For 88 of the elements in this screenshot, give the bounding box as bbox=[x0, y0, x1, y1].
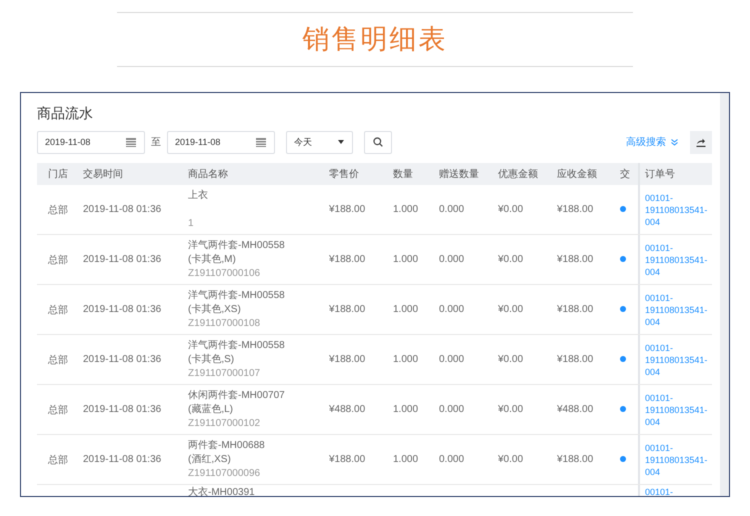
status-dot-icon bbox=[620, 206, 626, 212]
date-field[interactable]: 2019-11-08 bbox=[167, 130, 275, 154]
table-cell-text: 总部 bbox=[48, 304, 69, 316]
table-cell-text: 0.000 bbox=[439, 404, 466, 415]
table-cell-text: ¥188.00 bbox=[557, 304, 594, 315]
period-dropdown[interactable]: 今天 bbox=[286, 130, 353, 154]
order-number-link[interactable]: 00101-191108013541-004 bbox=[645, 392, 709, 428]
range-separator: 至 bbox=[150, 136, 162, 149]
search-icon bbox=[373, 137, 383, 147]
product-cell-text: 洋气两件套-MH00558 (卡其色,M) Z191107000106 bbox=[188, 238, 286, 280]
table-cell-text: ¥188.00 bbox=[557, 254, 594, 265]
order-number-link[interactable]: 00101-191108013541-004 bbox=[645, 192, 709, 228]
search-button[interactable] bbox=[364, 130, 392, 154]
status-dot-icon bbox=[620, 406, 626, 412]
table-cell-text: 总部 bbox=[48, 354, 69, 366]
status-dot-icon bbox=[620, 356, 626, 362]
panel-title: 商品流水 bbox=[37, 105, 94, 123]
column-header: 赠送数量 bbox=[439, 168, 480, 181]
table-cell-text: ¥0.00 bbox=[498, 404, 524, 415]
table-cell-text: ¥188.00 bbox=[329, 354, 366, 365]
table-cell-text: ¥0.00 bbox=[498, 454, 524, 465]
table-cell-text: 1.000 bbox=[393, 204, 420, 215]
order-number-link[interactable]: 00101- bbox=[645, 486, 709, 496]
table-cell-text: ¥188.00 bbox=[329, 254, 366, 265]
table-cell-text: 1.000 bbox=[393, 354, 420, 365]
column-header: 门店 bbox=[48, 168, 69, 181]
table-cell-text: 2019-11-08 01:36 bbox=[83, 204, 162, 215]
status-dot-icon bbox=[620, 306, 626, 312]
table-cell-text: 1.000 bbox=[393, 454, 420, 465]
table-cell-text: 0.000 bbox=[439, 204, 466, 215]
column-header: 优惠金额 bbox=[498, 168, 539, 181]
table-cell-text: 0.000 bbox=[439, 254, 466, 265]
table-cell-text: ¥0.00 bbox=[498, 204, 524, 215]
table-cell-text: 总部 bbox=[48, 254, 69, 266]
column-header: 交易时间 bbox=[83, 168, 124, 181]
table-cell-text: 2019-11-08 01:36 bbox=[83, 454, 162, 465]
product-cell-text: 上衣 1 bbox=[188, 188, 209, 230]
order-number-link[interactable]: 00101-191108013541-004 bbox=[645, 442, 709, 478]
table-cell-text: ¥0.00 bbox=[498, 354, 524, 365]
column-header: 交 bbox=[620, 168, 631, 181]
export-icon bbox=[696, 138, 706, 146]
order-number-link[interactable]: 00101-191108013541-004 bbox=[645, 242, 709, 278]
table-cell-text: 1.000 bbox=[393, 254, 420, 265]
table-cell-text: 总部 bbox=[48, 404, 69, 416]
product-cell-text: 洋气两件套-MH00558 (卡其色,S) Z191107000107 bbox=[188, 338, 286, 380]
table-cell-text: 0.000 bbox=[439, 454, 466, 465]
table-cell-text: 0.000 bbox=[439, 354, 466, 365]
table-cell-text: ¥488.00 bbox=[329, 404, 366, 415]
table-cell-text: 总部 bbox=[48, 204, 69, 216]
table-cell-text: 2019-11-08 01:36 bbox=[83, 404, 162, 415]
column-header: 应收金额 bbox=[557, 168, 598, 181]
status-dot-icon bbox=[620, 256, 626, 262]
table-cell-text: 1.000 bbox=[393, 404, 420, 415]
order-number-link[interactable]: 00101-191108013541-004 bbox=[645, 292, 709, 328]
table-cell-text: 总部 bbox=[48, 454, 69, 466]
calendar-icon bbox=[256, 138, 266, 146]
table-cell-text: ¥188.00 bbox=[557, 454, 594, 465]
column-header: 数量 bbox=[393, 168, 414, 181]
table-cell-text: 2019-11-08 01:36 bbox=[83, 354, 162, 365]
column-header: 商品名称 bbox=[188, 168, 229, 181]
table-cell-text: ¥188.00 bbox=[557, 354, 594, 365]
table-cell-text: 1.000 bbox=[393, 304, 420, 315]
double-chevron-icon bbox=[671, 138, 678, 146]
scrollbar[interactable] bbox=[720, 93, 729, 496]
table-cell-text: ¥188.00 bbox=[329, 204, 366, 215]
status-dot-icon bbox=[620, 456, 626, 462]
dropdown-caret-icon bbox=[338, 140, 344, 144]
column-header: 零售价 bbox=[329, 168, 360, 181]
export-button[interactable] bbox=[690, 130, 712, 154]
table-cell-text: 0.000 bbox=[439, 304, 466, 315]
table-cell-text: ¥0.00 bbox=[498, 254, 524, 265]
table-cell-text: ¥188.00 bbox=[557, 204, 594, 215]
table-cell-text: ¥488.00 bbox=[557, 404, 594, 415]
advanced-search-link[interactable]: 高级搜索 bbox=[626, 135, 678, 149]
order-number-link[interactable]: 00101-191108013541-004 bbox=[645, 342, 709, 378]
product-cell-text: 洋气两件套-MH00558 (卡其色,XS) Z191107000108 bbox=[188, 288, 286, 330]
table-cell-text: 2019-11-08 01:36 bbox=[83, 254, 162, 265]
table-cell-text: ¥0.00 bbox=[498, 304, 524, 315]
table-cell-text: ¥188.00 bbox=[329, 454, 366, 465]
column-header: 订单号 bbox=[638, 163, 712, 185]
table-cell-text: 2019-11-08 01:36 bbox=[83, 304, 162, 315]
page-title: 销售明细表 bbox=[302, 23, 448, 56]
product-cell-text: 两件套-MH00688 (酒红,XS) Z191107000096 bbox=[188, 438, 266, 480]
table-cell-text: ¥188.00 bbox=[329, 304, 366, 315]
product-cell-text: 休闲两件套-MH00707 (藏蓝色,L) Z191107000102 bbox=[188, 388, 286, 430]
product-cell-text: 大衣-MH00391 bbox=[188, 486, 256, 496]
calendar-icon bbox=[126, 138, 136, 146]
date-field[interactable]: 2019-11-08 bbox=[37, 130, 145, 154]
